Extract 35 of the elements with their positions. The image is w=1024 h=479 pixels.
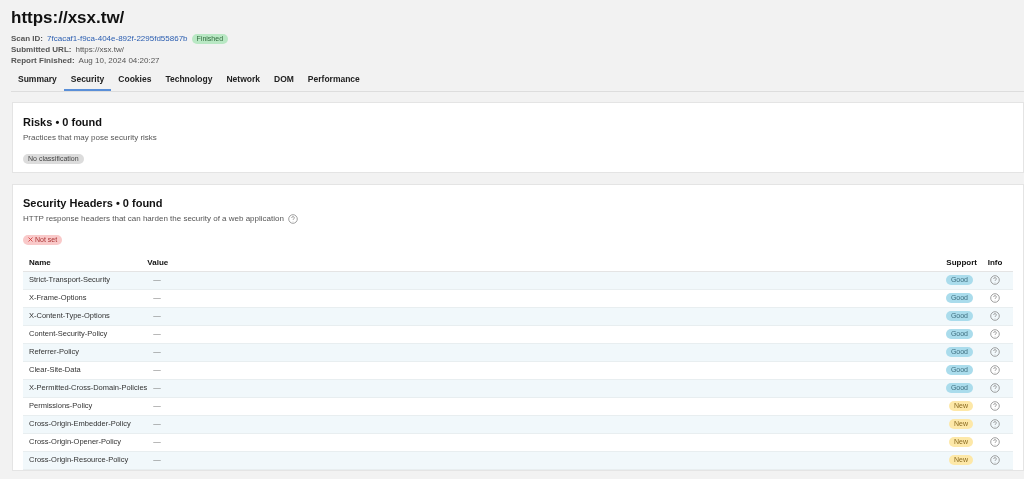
column-header: Support: [932, 255, 977, 271]
submitted-url-label: Submitted URL:: [11, 44, 72, 55]
report-finished-date: Aug 10, 2024 04:20:27: [78, 55, 160, 66]
column-header: Info: [977, 255, 1013, 271]
security-headers-description: HTTP response headers that can harden the security of a web application: [23, 213, 284, 225]
help-icon[interactable]: [990, 275, 1000, 286]
scan-id-label: Scan ID:: [11, 33, 43, 44]
help-icon[interactable]: [990, 437, 1000, 448]
help-icon[interactable]: [990, 347, 1000, 358]
tab[interactable]: Security: [63, 69, 112, 91]
risks-description: Practices that may pose security risks: [23, 132, 158, 144]
scan-id-link[interactable]: 7fcacaf1-f9ca-404e-892f-2295fd55867b: [47, 33, 188, 44]
tab[interactable]: Summary: [11, 69, 64, 91]
help-icon[interactable]: [990, 365, 1000, 376]
page-title: https://xsx.tw/: [11, 7, 126, 29]
risks-heading: Risks • 0 found: [23, 115, 104, 129]
help-icon[interactable]: [990, 383, 1000, 394]
help-icon[interactable]: [287, 214, 298, 224]
help-icon[interactable]: [990, 293, 1000, 304]
help-icon[interactable]: [990, 311, 1000, 322]
cross-icon: [28, 237, 33, 242]
tab[interactable]: Network: [219, 69, 267, 91]
report-finished-label: Report Finished:: [11, 55, 75, 66]
help-icon[interactable]: [990, 329, 1000, 340]
tab[interactable]: DOM: [267, 69, 301, 91]
submitted-url: https://xsx.tw/: [75, 44, 124, 55]
column-header: Value: [147, 255, 932, 271]
tab[interactable]: Cookies: [111, 69, 159, 91]
help-icon[interactable]: [990, 419, 1000, 430]
column-header: Name: [23, 255, 148, 271]
tab[interactable]: Technology: [158, 69, 220, 91]
security-headers-heading: Security Headers • 0 found: [23, 196, 164, 210]
help-icon[interactable]: [990, 455, 1000, 466]
tab[interactable]: Performance: [300, 69, 367, 91]
help-icon[interactable]: [990, 401, 1000, 412]
